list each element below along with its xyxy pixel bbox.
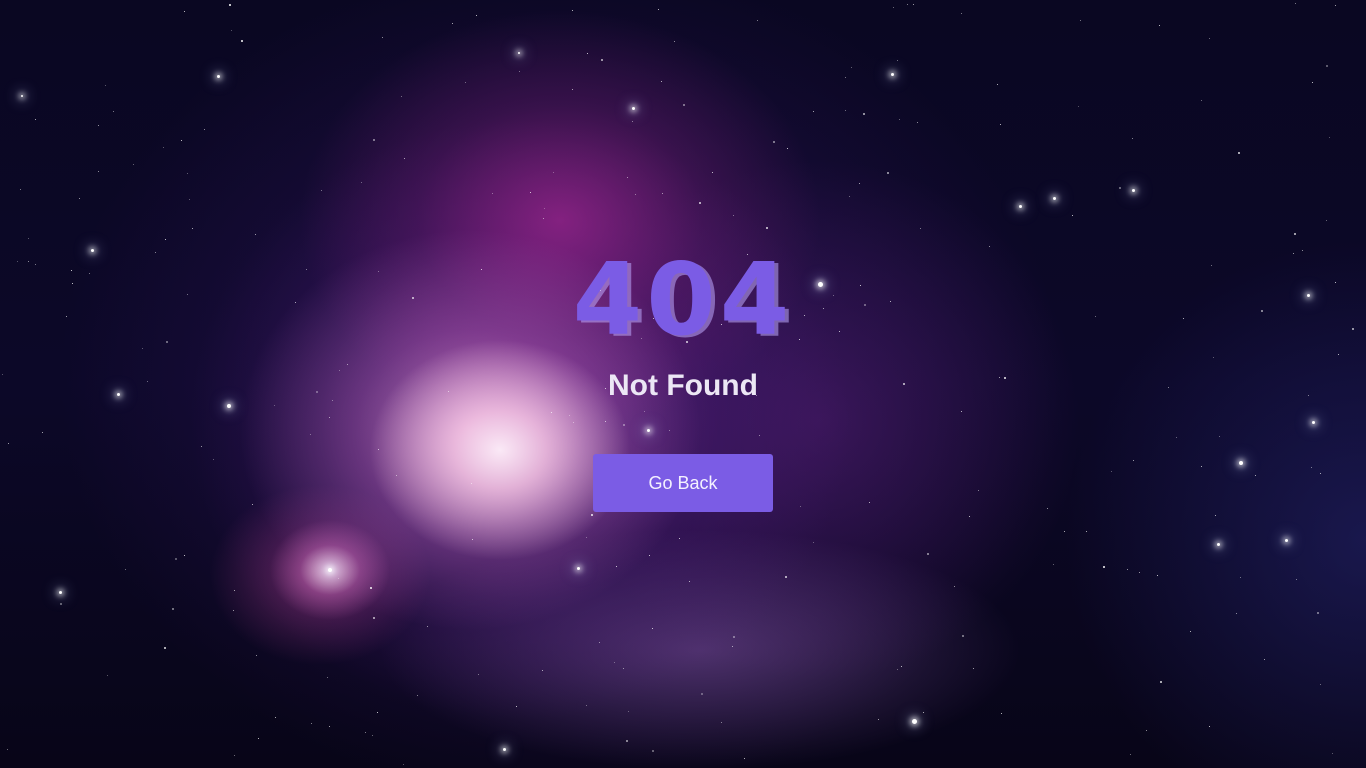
error-title: Not Found — [608, 369, 758, 402]
error-content: 404 Not Found Go Back — [0, 0, 1366, 768]
not-found-page: 404 Not Found Go Back — [0, 0, 1366, 768]
error-code: 404 — [572, 241, 794, 358]
go-back-button[interactable]: Go Back — [593, 454, 773, 512]
